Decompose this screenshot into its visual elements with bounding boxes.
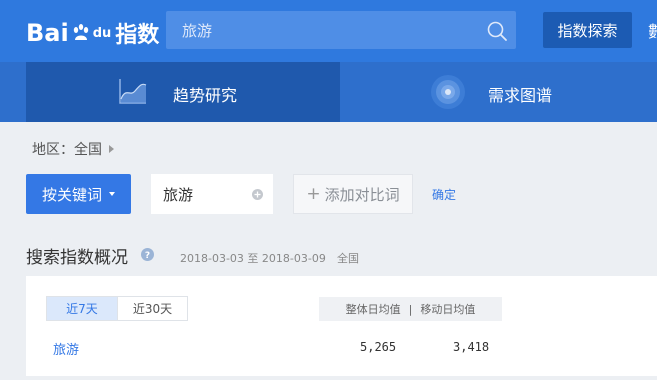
column-separator: | [408, 302, 413, 316]
add-circle-icon[interactable] [252, 189, 263, 200]
top-header: Bai du 指数 指数探索 數 [0, 0, 657, 62]
baidu-index-logo[interactable]: Bai du 指数 [26, 16, 159, 50]
region-selector[interactable]: 地区：全国 [32, 139, 114, 159]
keyword-value: 旅游 [163, 185, 194, 204]
row-overall-value: 5,265 [360, 340, 397, 354]
range-toggle: 近7天 近30天 [46, 296, 188, 321]
region-label: 地区：全国 [32, 142, 102, 158]
tab-trend-research-label: 趋势研究 [173, 86, 238, 105]
search-box [166, 11, 516, 49]
main-nav: 趋势研究 需求图谱 [0, 62, 657, 122]
column-overall-average: 整体日均值 [345, 303, 401, 316]
overview-date-range: 2018-03-03 至 2018-03-09 [180, 252, 326, 265]
keyword-field[interactable]: 旅游 [151, 174, 273, 214]
logo-text-du: du [92, 25, 112, 41]
row-mobile-value: 3,418 [453, 340, 490, 354]
overview-card: 近7天 近30天 整体日均值 | 移动日均值 旅游 5,265 3,418 [26, 276, 657, 376]
keyword-mode-dropdown[interactable]: 按关键词 [26, 174, 131, 214]
logo-text-bai: Bai [26, 19, 69, 47]
target-icon [431, 75, 465, 109]
svg-text:?: ? [145, 251, 150, 261]
search-icon[interactable] [486, 20, 508, 42]
add-compare-word-button[interactable]: + 添加对比词 [293, 174, 413, 214]
tab-demand-graph[interactable]: 需求图谱 [340, 62, 657, 122]
overview-region: 全国 [337, 252, 359, 265]
confirm-link[interactable]: 确定 [432, 186, 456, 203]
overview-title: 搜索指数概况 [26, 248, 128, 268]
tab-trend-research[interactable]: 趋势研究 [26, 62, 340, 122]
add-compare-label: 添加对比词 [324, 185, 400, 204]
help-icon[interactable]: ? [141, 248, 154, 261]
index-explore-button[interactable]: 指数探索 [543, 12, 632, 48]
tab-last-7-days[interactable]: 近7天 [47, 297, 117, 320]
header-truncated-link[interactable]: 數 [648, 18, 657, 42]
tab-last-30-days[interactable]: 近30天 [117, 297, 187, 320]
chevron-right-icon [109, 145, 114, 153]
logo-text-index: 指数 [115, 23, 160, 48]
column-header: 整体日均值 | 移动日均值 [319, 297, 502, 321]
column-mobile-average: 移动日均值 [420, 303, 476, 316]
paw-icon [73, 24, 88, 40]
keyword-mode-label: 按关键词 [41, 185, 102, 204]
trend-chart-icon [119, 79, 147, 104]
plus-icon: + [306, 184, 321, 204]
row-keyword-link[interactable]: 旅游 [53, 339, 79, 358]
search-input[interactable] [166, 11, 476, 49]
tab-demand-graph-label: 需求图谱 [488, 86, 553, 105]
caret-down-icon [109, 192, 115, 196]
